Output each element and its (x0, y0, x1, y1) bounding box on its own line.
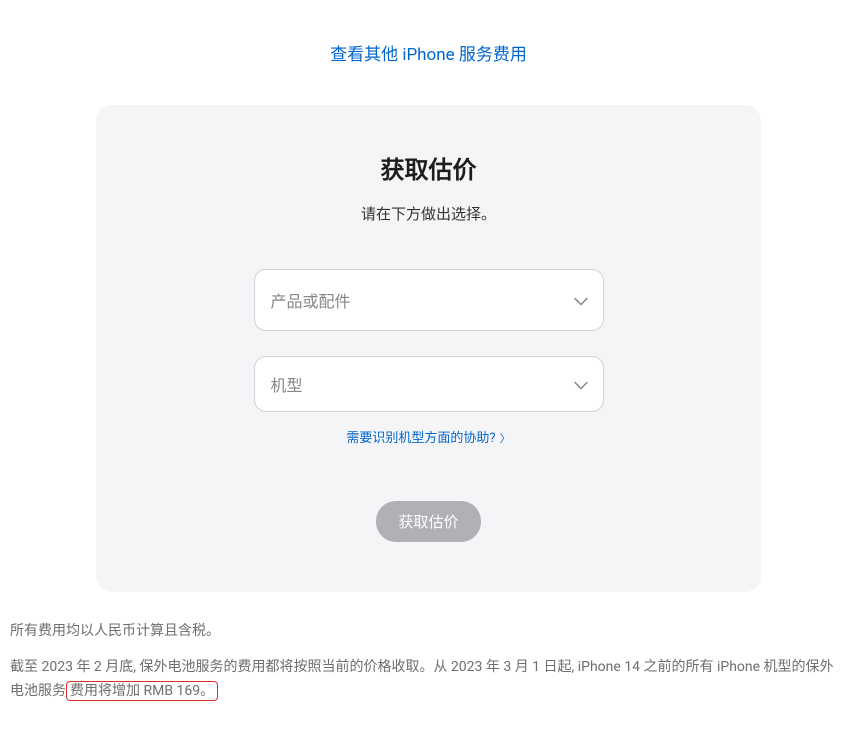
card-title: 获取估价 (136, 150, 721, 185)
get-estimate-button[interactable]: 获取估价 (376, 501, 480, 542)
highlighted-price-change: 费用将增加 RMB 169。 (66, 681, 218, 701)
help-link-container: 需要识别机型方面的协助? 〉 (136, 427, 721, 446)
model-select-row: 机型 (254, 356, 604, 412)
product-select-row: 产品或配件 (254, 269, 604, 331)
footer-line-1: 所有费用均以人民币计算且含税。 (10, 620, 847, 644)
help-identify-link[interactable]: 需要识别机型方面的协助? 〉 (346, 431, 510, 446)
estimate-card: 获取估价 请在下方做出选择。 产品或配件 机型 需要识别机型方面的协助? 〉 获取… (96, 105, 761, 592)
chevron-right-icon: 〉 (500, 432, 511, 445)
other-services-link[interactable]: 查看其他 iPhone 服务费用 (330, 45, 527, 65)
footer-text: 所有费用均以人民币计算且含税。 截至 2023 年 2 月底, 保外电池服务的费… (10, 620, 847, 703)
model-select[interactable]: 机型 (254, 356, 604, 412)
other-services-link-container: 查看其他 iPhone 服务费用 (10, 40, 847, 65)
product-select[interactable]: 产品或配件 (254, 269, 604, 331)
help-link-text: 需要识别机型方面的协助? (346, 431, 495, 446)
card-subtitle: 请在下方做出选择。 (136, 203, 721, 224)
